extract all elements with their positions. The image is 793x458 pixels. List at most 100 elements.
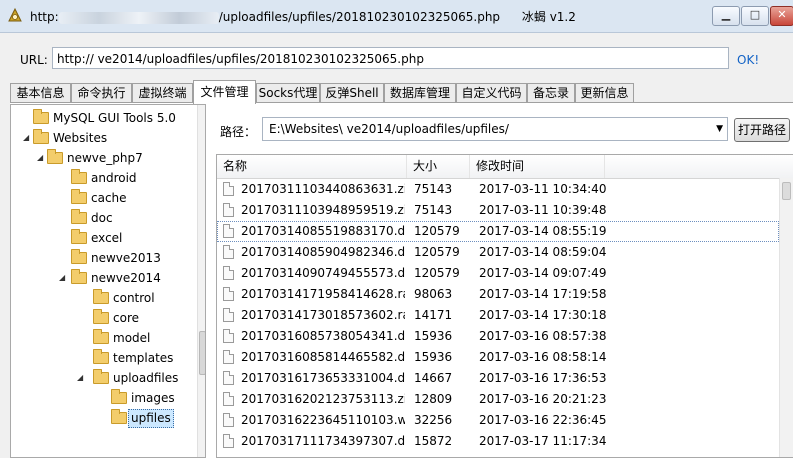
file-row[interactable]: 20170316085814465582.docx 15936 2017-03-… (217, 347, 779, 368)
url-bar: URL: http:// ve2014/uploadfiles/upfiles/… (0, 33, 793, 83)
file-list-scrollbar-thumb[interactable] (782, 182, 791, 200)
file-mtime: 2017-03-14 08:55:19 (479, 224, 607, 238)
tree-item-label: upfiles (128, 409, 174, 428)
file-mtime: 2017-03-14 08:59:04 (479, 245, 607, 259)
window-title: http: /uploadfiles/upfiles/20181023010232… (30, 8, 576, 25)
file-row[interactable]: 20170314171958414628.rar 98063 2017-03-1… (217, 284, 779, 305)
expand-arrow-icon[interactable]: ◢ (23, 128, 29, 148)
file-row[interactable]: 20170316202123753113.zip 12809 2017-03-1… (217, 389, 779, 410)
file-row[interactable]: 20170316085738054341.docx 15936 2017-03-… (217, 326, 779, 347)
tab-strip: 基本信息 命令执行 虚拟终端 文件管理 Socks代理 反弹Shell 数据库管… (10, 80, 793, 104)
file-icon (223, 308, 234, 322)
folder-icon (33, 129, 49, 144)
tab-memo[interactable]: 备忘录 (527, 83, 575, 103)
tree-item-label: uploadfiles (113, 371, 179, 385)
file-name: 20170316085814465582.docx (241, 350, 405, 364)
tree-item-label: newve2013 (91, 251, 161, 265)
tab-command-exec[interactable]: 命令执行 (71, 83, 132, 103)
window-title-app: 冰蝎 v1.2 (521, 10, 576, 24)
folder-icon (71, 189, 87, 204)
file-size: 12809 (414, 392, 453, 406)
tree-item-label: Websites (53, 131, 108, 145)
file-row[interactable]: 20170316223645110103.wps 32256 2017-03-1… (217, 410, 779, 431)
file-row[interactable]: 20170311103440863631.zip 75143 2017-03-1… (217, 179, 779, 200)
close-button[interactable]: ✕ (770, 6, 793, 26)
file-row[interactable]: 20170316173653331004.docx 14667 2017-03-… (217, 368, 779, 389)
tree-item-label: newve2014 (91, 271, 161, 285)
tree-item-label: templates (113, 351, 174, 365)
tab-update-info[interactable]: 更新信息 (575, 83, 634, 103)
file-name: 20170317111734397307.doc (241, 434, 405, 448)
folder-icon (71, 169, 87, 184)
folder-icon (93, 369, 109, 384)
file-row[interactable]: 20170311103948959519.zip 75143 2017-03-1… (217, 200, 779, 221)
file-row[interactable]: 20170317111734397307.doc 15872 2017-03-1… (217, 431, 779, 452)
minimize-button[interactable]: ▁ (712, 6, 740, 26)
file-name: 20170314171958414628.rar (241, 287, 405, 301)
file-size: 120579 (414, 245, 460, 259)
file-icon (223, 287, 234, 301)
minimize-icon: ▁ (721, 8, 731, 21)
file-name: 20170314173018573602.rar (241, 308, 405, 322)
file-name: 20170314085904982346.docx (241, 245, 405, 259)
expand-arrow-icon[interactable]: ◢ (77, 368, 83, 388)
tab-custom-code[interactable]: 自定义代码 (456, 83, 527, 103)
file-row[interactable]: 20170314090749455573.docx 120579 2017-03… (217, 263, 779, 284)
column-name[interactable]: 名称 (217, 155, 407, 178)
file-size: 14667 (414, 371, 453, 385)
tree-item-label: model (113, 331, 151, 345)
file-list-scrollbar[interactable] (779, 178, 793, 457)
path-combobox[interactable]: E:\Websites\ ve2014/uploadfiles/upfiles/… (262, 117, 728, 141)
window-title-path: /uploadfiles/upfiles/201810230102325065.… (218, 10, 501, 24)
file-row[interactable]: 20170314173018573602.rar 14171 2017-03-1… (217, 305, 779, 326)
expand-arrow-icon[interactable]: ◢ (59, 268, 65, 288)
file-size: 14171 (414, 308, 453, 322)
file-mtime: 2017-03-16 22:36:45 (479, 413, 607, 427)
folder-icon (71, 229, 87, 244)
redacted-host (58, 11, 219, 24)
file-icon (223, 182, 234, 196)
tree-item-label: newve_php7 (67, 151, 143, 165)
maximize-button[interactable]: □ (741, 6, 769, 26)
expand-arrow-icon[interactable]: ◢ (37, 148, 43, 168)
file-mtime: 2017-03-11 10:34:40 (479, 182, 607, 196)
dropdown-arrow-icon[interactable]: ▼ (716, 118, 723, 140)
tree-scrollbar-thumb[interactable] (199, 331, 205, 375)
file-mtime: 2017-03-11 10:39:48 (479, 203, 607, 217)
tab-database[interactable]: 数据库管理 (384, 83, 456, 103)
folder-icon (111, 409, 127, 424)
column-size[interactable]: 大小 (407, 155, 470, 178)
open-path-button[interactable]: 打开路径 (734, 118, 790, 142)
directory-tree: MySQL GUI Tools 5.0 ◢ Websites ◢ newve_p… (10, 104, 206, 458)
tree-item-label: android (91, 171, 137, 185)
file-icon (223, 371, 234, 385)
folder-icon (71, 249, 87, 264)
folder-icon (93, 349, 109, 364)
behinder-app-icon (8, 7, 22, 22)
file-row-focused[interactable]: 20170314085519883170.docx 120579 2017-03… (217, 221, 779, 242)
tree-item-label: cache (91, 191, 127, 205)
folder-icon (93, 309, 109, 324)
file-mtime: 2017-03-16 08:58:14 (479, 350, 607, 364)
tree-item-label: images (131, 391, 175, 405)
path-label: 路径： (220, 125, 257, 139)
file-row[interactable]: 20170314085904982346.docx 120579 2017-03… (217, 242, 779, 263)
file-size: 98063 (414, 287, 453, 301)
file-size: 15872 (414, 434, 453, 448)
file-size: 75143 (414, 203, 453, 217)
tab-virtual-terminal[interactable]: 虚拟终端 (132, 83, 193, 103)
tree-scrollbar[interactable] (197, 105, 205, 457)
column-mtime[interactable]: 修改时间 (470, 155, 605, 178)
tab-reverse-shell[interactable]: 反弹Shell (320, 83, 384, 103)
folder-icon (93, 289, 109, 304)
tab-basic-info[interactable]: 基本信息 (10, 83, 71, 103)
file-size: 15936 (414, 350, 453, 364)
file-mtime: 2017-03-17 11:17:34 (479, 434, 607, 448)
tab-file-manager[interactable]: 文件管理 (193, 80, 256, 104)
file-name: 20170314090749455573.docx (241, 266, 405, 280)
file-size: 75143 (414, 182, 453, 196)
file-name: 20170311103948959519.zip (241, 203, 405, 217)
tab-socks-proxy[interactable]: Socks代理 (256, 83, 320, 103)
url-input[interactable]: http:// ve2014/uploadfiles/upfiles/20181… (52, 47, 729, 69)
file-list-header: 名称 大小 修改时间 (217, 155, 793, 179)
